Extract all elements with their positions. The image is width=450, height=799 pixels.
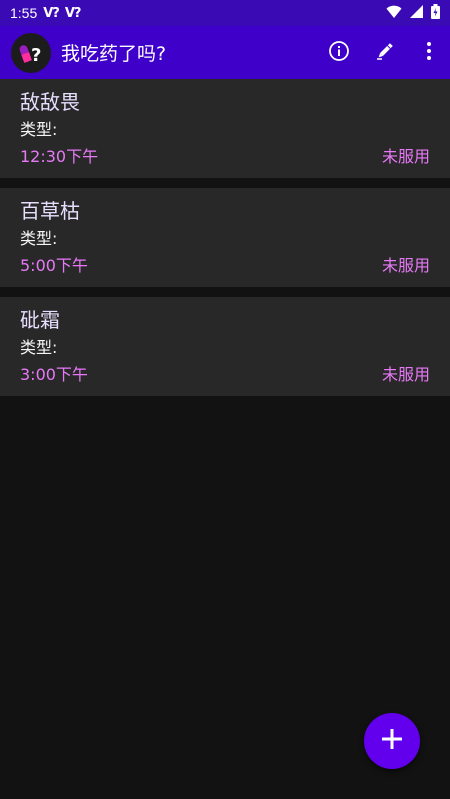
- info-icon: [328, 40, 350, 66]
- medication-status: 未服用: [381, 365, 430, 384]
- notification-icon: V?: [64, 5, 82, 21]
- status-time: 1:55: [10, 5, 38, 21]
- medication-time: 12:30下午: [20, 147, 99, 166]
- medication-list: 敌敌畏 类型: 12:30下午 未服用 百草枯 类型: 5:00下午 未服用 砒…: [0, 79, 450, 406]
- medication-type-label: 类型:: [20, 229, 58, 248]
- medication-status: 未服用: [381, 147, 430, 166]
- notification-icon: V?: [43, 5, 60, 21]
- medication-card[interactable]: 砒霜 类型: 3:00下午 未服用: [0, 297, 450, 396]
- edit-pen-icon: [374, 40, 396, 66]
- app-actions: [316, 26, 450, 79]
- app-bar: ? 我吃药了吗?: [0, 26, 450, 79]
- add-medication-button[interactable]: [364, 713, 420, 769]
- medication-name: 百草枯: [20, 199, 80, 223]
- add-icon: [381, 728, 403, 754]
- medication-time: 3:00下午: [20, 365, 88, 384]
- medication-status: 未服用: [381, 256, 430, 275]
- edit-button[interactable]: [362, 26, 408, 79]
- medication-type-label: 类型:: [20, 120, 58, 139]
- app-title: 我吃药了吗?: [61, 43, 167, 65]
- medication-time: 5:00下午: [20, 256, 88, 275]
- signal-icon: [410, 4, 423, 22]
- medication-type-label: 类型:: [20, 338, 58, 357]
- wifi-icon: [386, 5, 402, 22]
- pill-question-logo-icon: ?: [11, 32, 51, 73]
- medication-name: 敌敌畏: [20, 90, 80, 114]
- more-vert-icon: [426, 41, 432, 65]
- medication-card[interactable]: 百草枯 类型: 5:00下午 未服用: [0, 188, 450, 287]
- svg-text:?: ?: [31, 45, 41, 66]
- more-options-button[interactable]: [408, 26, 450, 79]
- status-bar: 1:55 V? V?: [0, 0, 450, 26]
- medication-card[interactable]: 敌敌畏 类型: 12:30下午 未服用: [0, 79, 450, 178]
- info-button[interactable]: [316, 26, 362, 79]
- battery-icon: [431, 3, 440, 23]
- status-left: 1:55 V? V?: [10, 5, 82, 21]
- status-right: [386, 3, 440, 23]
- medication-name: 砒霜: [20, 308, 60, 332]
